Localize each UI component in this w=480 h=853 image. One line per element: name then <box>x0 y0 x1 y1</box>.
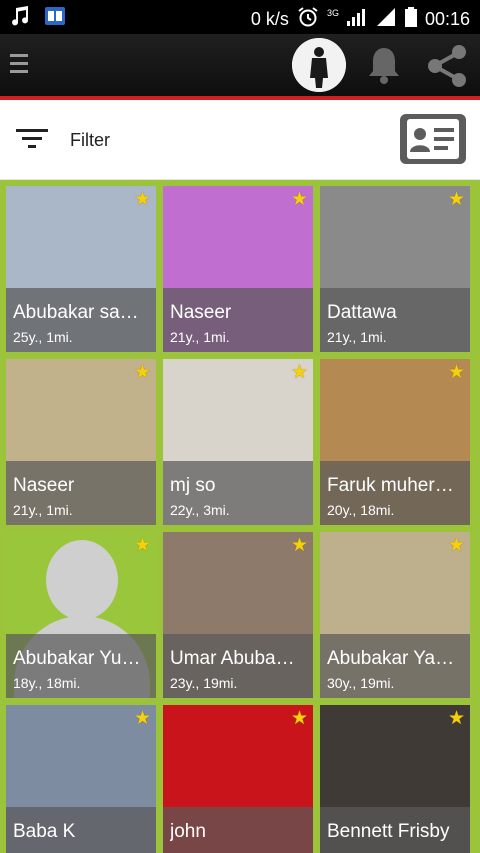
favorite-star-icon[interactable]: ★ <box>448 363 465 382</box>
bell-icon[interactable] <box>366 45 402 90</box>
favorite-star-icon[interactable]: ★ <box>448 709 465 728</box>
profile-name: Bennett Frisby <box>327 821 450 842</box>
profile-age-distance: 30y., 19mi. <box>327 675 395 691</box>
profile-age-distance: 18y., 18mi. <box>13 675 81 691</box>
favorite-star-icon[interactable]: ★ <box>291 536 308 555</box>
default-avatar-head <box>46 540 118 620</box>
profile-name: Dattawa <box>327 302 397 323</box>
profile-name: Abubakar Yu… <box>13 648 141 669</box>
battery-icon <box>404 7 417 32</box>
profile-avatar[interactable] <box>292 38 346 92</box>
favorite-star-icon[interactable]: ★ <box>134 709 151 728</box>
profile-card[interactable]: ★ Umar Abuba… 23y., 19mi. <box>163 532 313 698</box>
clock-time: 00:16 <box>424 9 470 29</box>
filter-label[interactable]: Filter <box>70 130 110 151</box>
profile-card[interactable]: ★ Dattawa 21y., 1mi. <box>320 186 470 352</box>
signal-icon <box>346 8 369 31</box>
profile-age-distance: 23y., 19mi. <box>170 675 238 691</box>
filter-lines-icon[interactable] <box>16 127 48 156</box>
profile-name: Umar Abuba… <box>170 648 295 669</box>
profile-name: john <box>170 821 206 842</box>
profile-name: Faruk muher… <box>327 475 454 496</box>
profile-card[interactable]: ★ Abubakar Ya… 30y., 19mi. <box>320 532 470 698</box>
filter-bar: Filter <box>0 100 480 180</box>
profile-card[interactable]: ★ Faruk muher… 20y., 18mi. <box>320 359 470 525</box>
network-speed: 0 k/s <box>250 9 289 29</box>
favorite-star-icon[interactable]: ★ <box>448 536 465 555</box>
profile-age-distance: 21y., 1mi. <box>170 329 230 345</box>
profile-age-distance: 22y., 3mi. <box>170 502 230 518</box>
profile-age-distance: 21y., 1mi. <box>13 502 73 518</box>
music-note-icon <box>10 5 30 32</box>
signal-icon-2 <box>376 8 397 31</box>
profile-age-distance: 25y., 1mi. <box>13 329 73 345</box>
hamburger-icon[interactable] <box>10 52 28 81</box>
profile-grid: ★ Abubakar sa… 25y., 1mi. ★ Naseer 21y., 1mi.… <box>6 186 474 853</box>
profile-card[interactable]: ★ mj so 22y., 3mi. <box>163 359 313 525</box>
profile-card[interactable]: ★ Bennett Frisby <box>320 705 470 853</box>
share-icon[interactable] <box>426 44 470 93</box>
profile-name: Abubakar sa… <box>13 302 139 323</box>
contact-card-icon <box>406 118 460 165</box>
profile-age-distance: 20y., 18mi. <box>327 502 395 518</box>
app-bar <box>0 34 480 96</box>
book-app-icon <box>44 5 66 32</box>
profile-card[interactable]: ★ Abubakar Yu… 18y., 18mi. <box>6 532 156 698</box>
contact-card-button[interactable] <box>400 114 466 164</box>
favorite-star-icon[interactable]: ★ <box>291 709 308 728</box>
profile-name: Naseer <box>13 475 75 496</box>
network-type: 3G <box>326 7 339 18</box>
profile-card[interactable]: ★ Abubakar sa… 25y., 1mi. <box>6 186 156 352</box>
profile-name: mj so <box>170 475 216 496</box>
favorite-star-icon[interactable]: ★ <box>448 190 465 209</box>
profile-card[interactable]: ★ Naseer 21y., 1mi. <box>163 186 313 352</box>
profile-age-distance: 21y., 1mi. <box>327 329 387 345</box>
status-bar: 0 k/s 3G 00:16 <box>0 0 480 34</box>
favorite-star-icon[interactable]: ★ <box>291 190 308 209</box>
profile-name: Abubakar Ya… <box>327 648 455 669</box>
profile-card[interactable]: ★ Naseer 21y., 1mi. <box>6 359 156 525</box>
alarm-icon <box>297 6 319 33</box>
favorite-star-icon[interactable]: ★ <box>134 363 151 382</box>
profile-card[interactable]: ★ Baba K <box>6 705 156 853</box>
favorite-star-icon[interactable]: ★ <box>134 536 151 555</box>
profile-name: Baba K <box>13 821 76 842</box>
favorite-star-icon[interactable]: ★ <box>134 190 151 209</box>
favorite-star-icon[interactable]: ★ <box>291 363 308 382</box>
profile-card[interactable]: ★ john <box>163 705 313 853</box>
profile-name: Naseer <box>170 302 232 323</box>
